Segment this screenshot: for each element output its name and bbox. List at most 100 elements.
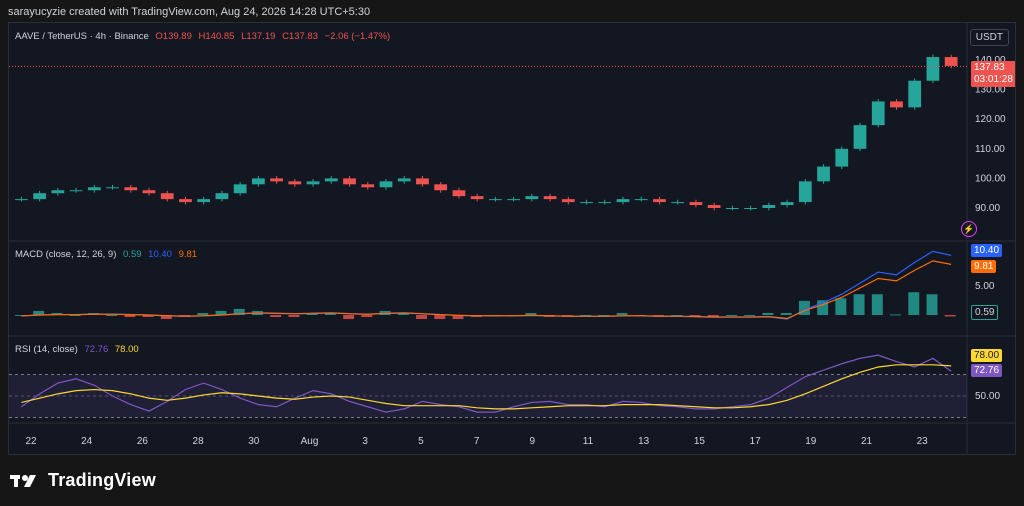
candle-body (726, 208, 739, 209)
macd-histogram-bar (616, 312, 628, 315)
macd-histogram-bar (106, 315, 118, 316)
signal-axis-tag: 9.81 (971, 260, 997, 273)
low-value: L137.19 (241, 31, 276, 42)
x-tick-label: Aug (301, 436, 319, 447)
candle-body (106, 187, 119, 189)
macd-histogram-bar (343, 315, 355, 320)
candle-body (908, 80, 922, 108)
macd-histogram-bar (434, 315, 446, 320)
candle-body (762, 205, 776, 208)
close-value: C137.83 (282, 31, 318, 42)
rsi-title[interactable]: RSI (14, close) (15, 344, 78, 355)
macd-legend: MACD (close, 12, 26, 9) 0.59 10.40 9.81 (15, 249, 201, 260)
macd-histogram-bar (908, 292, 920, 315)
x-tick-label: 19 (805, 436, 817, 447)
macd-axis-tag: 10.40 (971, 244, 1003, 257)
candle-body (944, 57, 958, 66)
candle-body (379, 181, 393, 188)
candle-body (51, 190, 65, 194)
candle-body (270, 178, 283, 182)
macd-value: 10.40 (148, 249, 172, 260)
price-tick-label: 90.00 (975, 203, 1000, 214)
macd-histogram-bar (124, 315, 136, 318)
price-tick-label: 120.00 (975, 114, 1006, 125)
candle-body (160, 193, 174, 200)
candle-body (124, 187, 138, 191)
candle-body (470, 196, 484, 200)
high-value: H140.85 (198, 31, 235, 42)
candle-body (871, 101, 885, 126)
x-tick-label: 28 (193, 436, 205, 447)
macd-histogram-bar (726, 315, 737, 316)
candle-body (361, 184, 375, 188)
x-tick-label: 23 (917, 436, 929, 447)
footer-logo: TradingView (10, 470, 156, 491)
candle-body (215, 193, 229, 200)
candle-countdown: 03:01:28 (974, 74, 1013, 85)
rsi-ma-axis-tag: 78.00 (971, 349, 1003, 362)
candle-body (397, 178, 411, 182)
candle-body (452, 190, 466, 197)
rsi-value: 72.76 (84, 344, 109, 355)
candle-body (671, 202, 685, 204)
x-tick-label: 26 (137, 436, 149, 447)
x-tick-label: 9 (530, 436, 536, 447)
x-tick-label: 15 (694, 436, 706, 447)
rsi-ma-value: 78.00 (114, 344, 139, 355)
macd-histogram-bar (835, 298, 847, 315)
open-value: O139.89 (155, 31, 192, 42)
x-tick-label: 17 (750, 436, 762, 447)
currency-button[interactable]: USDT (969, 29, 1009, 46)
candle-body (306, 181, 320, 185)
last-price: 137.83 (974, 62, 1005, 73)
candle-body (561, 199, 575, 203)
macd-histogram-bar (416, 315, 428, 320)
candle-body (507, 199, 520, 201)
macd-histogram-bar (270, 315, 282, 318)
x-tick-label: 3 (362, 436, 368, 447)
tradingview-logo-icon (10, 474, 36, 487)
candle-body (543, 196, 557, 200)
candle-body (179, 199, 192, 203)
chart-container[interactable]: 90.00100.00110.00120.00130.00140.005.005… (8, 22, 1016, 455)
macd-histogram-bar (780, 312, 792, 315)
candle-body (15, 199, 28, 201)
candle-body (707, 205, 721, 208)
rsi-band (9, 374, 967, 418)
macd-histogram-bar (871, 294, 883, 315)
candle-body (926, 57, 940, 81)
rsi-legend: RSI (14, close) 72.76 78.00 (15, 344, 143, 355)
macd-histogram-bar (762, 312, 774, 315)
candle-body (634, 199, 648, 201)
x-tick-label: 30 (248, 436, 260, 447)
signal-line (21, 260, 952, 320)
rsi-axis-tag: 72.76 (971, 364, 1003, 377)
x-tick-label: 7 (474, 436, 480, 447)
candle-body (33, 193, 46, 200)
candle-body (324, 178, 338, 182)
candle-body (744, 208, 757, 209)
candle-body (69, 190, 83, 192)
macd-title[interactable]: MACD (close, 12, 26, 9) (15, 249, 116, 260)
rsi-tick-label: 50.00 (975, 391, 1000, 402)
chart-canvas[interactable]: 90.00100.00110.00120.00130.00140.005.005… (9, 23, 1016, 455)
lightning-icon[interactable]: ⚡ (961, 221, 977, 237)
symbol-label[interactable]: AAVE / TetherUS · 4h · Binance (15, 31, 149, 42)
macd-histogram-bar (288, 315, 300, 318)
candle-body (598, 202, 612, 204)
candle-body (416, 178, 429, 185)
x-tick-label: 22 (25, 436, 37, 447)
candle-body (489, 199, 502, 201)
candle-body (197, 199, 211, 203)
candle-body (798, 181, 812, 203)
x-tick-label: 21 (861, 436, 873, 447)
candle-body (653, 199, 666, 203)
candle-body (580, 202, 593, 204)
candle-body (780, 202, 794, 206)
watermark-header: sarayucyzie created with TradingView.com… (8, 6, 371, 18)
macd-hist-value: 0.59 (123, 249, 142, 260)
brand-name: TradingView (48, 470, 156, 490)
macd-histogram-bar (853, 294, 865, 315)
macd-tick-label: 5.00 (975, 281, 995, 292)
candle-body (835, 148, 849, 167)
